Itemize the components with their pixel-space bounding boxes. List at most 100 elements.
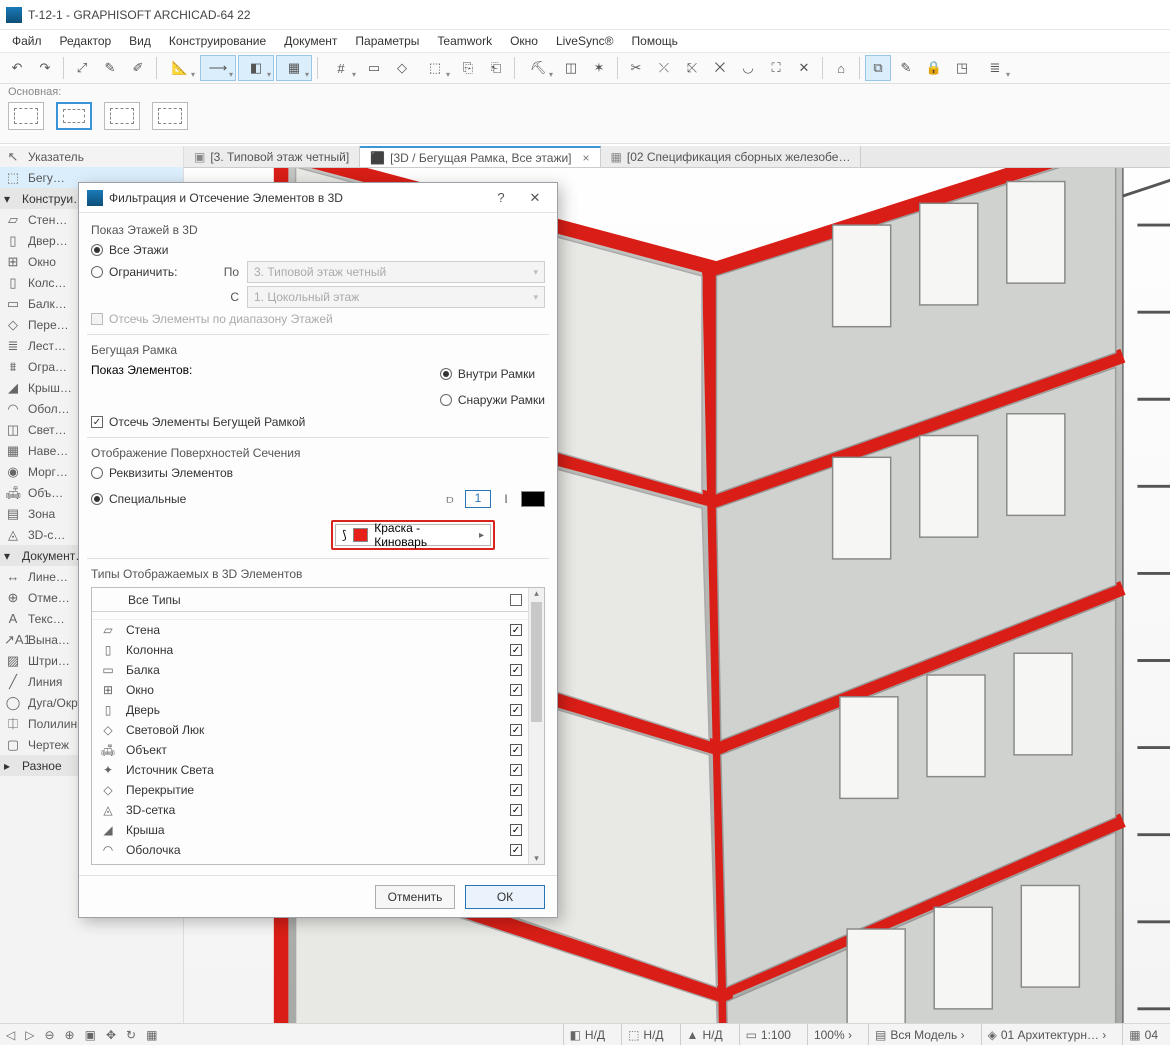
type-door[interactable]: ▯Дверь [92, 700, 528, 720]
redo-icon[interactable]: ↷ [32, 55, 58, 81]
lock-icon[interactable]: 🔒 [921, 55, 947, 81]
inject-icon[interactable]: ✐ [125, 55, 151, 81]
tab-3d[interactable]: ⬛[3D / Бегущая Рамка, Все этажи]× [360, 146, 600, 167]
type-wall[interactable]: ▱Стена [92, 620, 528, 640]
tool-arrow[interactable]: ↖Указатель [0, 146, 183, 167]
undo-icon[interactable]: ↶ [4, 55, 30, 81]
zoom-in-icon[interactable]: ⊕ [65, 1028, 75, 1042]
fill-icon: ▨ [4, 653, 22, 669]
status-extra[interactable]: ▦04 [1122, 1024, 1164, 1045]
scrollbar[interactable] [528, 588, 544, 864]
menu-construct[interactable]: Конструирование [161, 32, 274, 50]
ruler-icon[interactable]: ▭ [361, 55, 387, 81]
snap-icon[interactable]: ▦ [276, 55, 312, 81]
tab-floorplan[interactable]: ▣[3. Типовой этаж четный] [184, 146, 360, 167]
menu-help[interactable]: Помощь [624, 32, 686, 50]
pen-color-swatch[interactable] [521, 491, 545, 507]
radio-special[interactable]: Специальные [91, 492, 443, 506]
nav-back-icon[interactable]: ◁ [6, 1028, 15, 1042]
marquee-mode-1[interactable] [8, 102, 44, 130]
menu-parameters[interactable]: Параметры [347, 32, 427, 50]
pick-icon[interactable]: ⤢ [69, 55, 95, 81]
radio-outside[interactable]: Снаружи Рамки [440, 393, 545, 407]
suspend-icon[interactable]: ✂ [623, 55, 649, 81]
type-light[interactable]: ✦Источник Света [92, 760, 528, 780]
radio-all-stories[interactable]: Все Этажи [91, 243, 545, 257]
menu-document[interactable]: Документ [276, 32, 345, 50]
fillet-icon[interactable]: ◡ [735, 55, 761, 81]
gravity-icon[interactable]: ⛏ [520, 55, 556, 81]
filter-3d-dialog: Фильтрация и Отсечение Элементов в 3D ? … [78, 182, 558, 918]
type-list-header[interactable]: Все Типы [92, 588, 528, 612]
grid-icon[interactable]: # [323, 55, 359, 81]
status-layer[interactable]: ◈01 Архитектурн… › [981, 1024, 1113, 1045]
type-roof[interactable]: ◢Крыша [92, 820, 528, 840]
marquee-mode-2[interactable] [56, 102, 92, 130]
edit-icon[interactable]: ✎ [893, 55, 919, 81]
type-beam[interactable]: ▭Балка [92, 660, 528, 680]
radio-requisites[interactable]: Реквизиты Элементов [91, 466, 545, 480]
object-icon: 🛋 [98, 743, 118, 757]
measure-icon[interactable]: 📐 [162, 55, 198, 81]
status-nd2: ⬚Н/Д [621, 1024, 669, 1045]
dialog-close-button[interactable]: ✕ [521, 190, 549, 206]
type-mesh[interactable]: ◬3D-сетка [92, 800, 528, 820]
radio-limit-stories[interactable]: Ограничить: [91, 265, 211, 279]
marquee-mode-3[interactable] [104, 102, 140, 130]
type-skylight[interactable]: ◇Световой Люк [92, 720, 528, 740]
fit-icon[interactable]: ▣ [85, 1028, 96, 1042]
adjust-icon[interactable]: ⤪ [679, 55, 705, 81]
menu-livesync[interactable]: LiveSync® [548, 32, 622, 50]
grid-toggle-icon[interactable]: ▦ [146, 1028, 157, 1042]
material-picker[interactable]: ⟆ Краска - Киноварь ▸ [335, 524, 491, 546]
type-window[interactable]: ⊞Окно [92, 680, 528, 700]
status-model[interactable]: ▤Вся Модель › [868, 1024, 971, 1045]
subbar-label: Основная: [8, 86, 1162, 98]
magnet-icon[interactable]: ⧉ [865, 55, 891, 81]
dialog-help-button[interactable]: ? [487, 190, 515, 205]
intersect-icon[interactable]: ⨉ [707, 55, 733, 81]
tab-schedule[interactable]: ▦[02 Спецификация сборных железобе… [601, 146, 862, 167]
arc-icon: ◯ [4, 695, 22, 711]
surface-icon[interactable]: ◫ [558, 55, 584, 81]
menu-teamwork[interactable]: Teamwork [429, 32, 500, 50]
magic-icon[interactable]: ✶ [586, 55, 612, 81]
trace-icon[interactable]: ◇ [389, 55, 415, 81]
menu-editor[interactable]: Редактор [52, 32, 120, 50]
radio-inside[interactable]: Внутри Рамки [440, 367, 535, 381]
section-icon[interactable]: ⬚ [417, 55, 453, 81]
checkbox-icon[interactable] [510, 594, 522, 606]
type-slab[interactable]: ◇Перекрытие [92, 780, 528, 800]
guide-plane-icon[interactable]: ◧ [238, 55, 274, 81]
split-icon[interactable]: ✕ [791, 55, 817, 81]
scrollbar-thumb[interactable] [531, 602, 542, 722]
zoom-out-icon[interactable]: ⊖ [44, 1028, 54, 1042]
menu-file[interactable]: Файл [4, 32, 50, 50]
nav-fwd-icon[interactable]: ▷ [25, 1028, 34, 1042]
attach-icon[interactable]: ⎘ [455, 55, 481, 81]
type-shell[interactable]: ◠Оболочка [92, 840, 528, 860]
guide-x-icon[interactable]: ⟶ [200, 55, 236, 81]
type-object[interactable]: 🛋Объект [92, 740, 528, 760]
status-scale[interactable]: ▭1:100 [739, 1024, 797, 1045]
type-column[interactable]: ▯Колонна [92, 640, 528, 660]
pen-input[interactable]: 1 [465, 490, 491, 508]
hand-icon[interactable]: ✥ [106, 1028, 116, 1042]
menu-view[interactable]: Вид [121, 32, 159, 50]
cancel-button[interactable]: Отменить [375, 885, 455, 909]
home-icon[interactable]: ⌂ [828, 55, 854, 81]
resize-icon[interactable]: ⛶ [763, 55, 789, 81]
dialog-logo-icon [87, 190, 103, 206]
layers-icon[interactable]: ≣ [977, 55, 1013, 81]
check-cut-marquee[interactable]: Отсечь Элементы Бегущей Рамкой [91, 415, 545, 429]
status-zoom[interactable]: 100% › [807, 1024, 858, 1045]
ok-button[interactable]: ОК [465, 885, 545, 909]
eyedrop-icon[interactable]: ✎ [97, 55, 123, 81]
cube-icon[interactable]: ◳ [949, 55, 975, 81]
marquee-mode-4[interactable] [152, 102, 188, 130]
detach-icon[interactable]: ⎗ [483, 55, 509, 81]
menu-window[interactable]: Окно [502, 32, 546, 50]
trim-icon[interactable]: ⤫ [651, 55, 677, 81]
close-icon[interactable]: × [583, 151, 590, 165]
orbit-icon[interactable]: ↻ [126, 1028, 136, 1042]
